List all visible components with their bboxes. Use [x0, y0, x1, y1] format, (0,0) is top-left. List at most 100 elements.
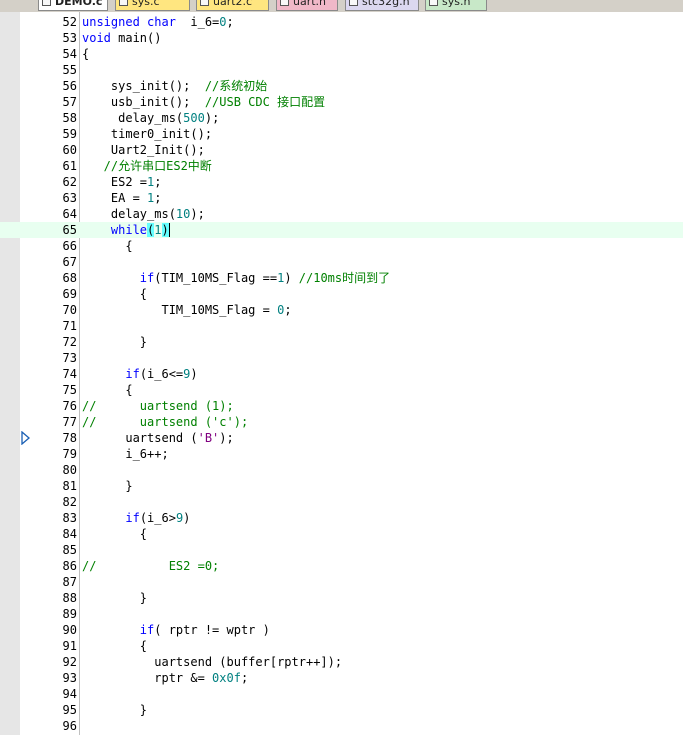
code-line-83[interactable]: 83 if(i_6>9): [0, 510, 683, 526]
code-line-72[interactable]: 72 }: [0, 334, 683, 350]
code-token: uartsend (: [82, 431, 198, 445]
code-line-86[interactable]: 86 // ES2 =0;: [0, 558, 683, 574]
code-token: //系统初始: [204, 79, 268, 93]
tab-demo-c[interactable]: DEMO.c: [38, 0, 108, 11]
line-number: 86: [62, 559, 77, 573]
code-line-95[interactable]: 95 }: [0, 702, 683, 718]
code-line-67[interactable]: 67: [0, 254, 683, 270]
line-number: 65: [62, 223, 77, 237]
code-line-80[interactable]: 80: [0, 462, 683, 478]
code-line-57[interactable]: 57 usb_init(); //USB CDC 接口配置: [0, 94, 683, 110]
tab-label: uart2.c: [213, 0, 253, 8]
tab-sys-h[interactable]: sys.h: [425, 0, 487, 11]
code-line-52[interactable]: 52 unsigned char i_6=0;: [0, 14, 683, 30]
code-token: TIM_10MS_Flag =: [82, 303, 278, 317]
code-line-96[interactable]: 96: [0, 718, 683, 734]
code-token: ): [284, 271, 299, 285]
code-line-89[interactable]: 89: [0, 606, 683, 622]
line-number: 92: [62, 655, 77, 669]
code-text: void main(): [82, 30, 161, 46]
tab-uart2-c[interactable]: uart2.c: [196, 0, 269, 11]
line-number: 84: [62, 527, 77, 541]
tab-label: sys.c: [132, 0, 160, 8]
code-line-82[interactable]: 82: [0, 494, 683, 510]
code-token: if: [139, 623, 155, 637]
code-line-66[interactable]: 66 {: [0, 238, 683, 254]
line-number: 73: [62, 351, 77, 365]
code-token: 500: [183, 111, 205, 125]
code-text: // uartsend (1);: [82, 398, 234, 414]
code-line-92[interactable]: 92 uartsend (buffer[rptr++]);: [0, 654, 683, 670]
code-line-73[interactable]: 73: [0, 350, 683, 366]
code-line-55[interactable]: 55: [0, 62, 683, 78]
line-number: 75: [62, 383, 77, 397]
code-line-65[interactable]: 65 while(1): [0, 222, 683, 238]
code-line-78[interactable]: 78 uartsend ('B');: [0, 430, 683, 446]
code-line-68[interactable]: 68 if(TIM_10MS_Flag ==1) //10ms时间到了: [0, 270, 683, 286]
line-number: 57: [62, 95, 77, 109]
code-line-85[interactable]: 85: [0, 542, 683, 558]
code-token: sys_init();: [82, 79, 205, 93]
code-line-60[interactable]: 60 Uart2_Init();: [0, 142, 683, 158]
code-line-90[interactable]: 90 if( rptr != wptr ): [0, 622, 683, 638]
code-line-91[interactable]: 91 {: [0, 638, 683, 654]
code-line-93[interactable]: 93 rptr &= 0x0f;: [0, 670, 683, 686]
code-text: sys_init(); //系统初始: [82, 78, 267, 94]
tab-stc32g-h[interactable]: stc32g.h: [345, 0, 419, 11]
code-token: if: [139, 271, 155, 285]
code-token: (i_6<=: [139, 367, 184, 381]
code-text: usb_init(); //USB CDC 接口配置: [82, 94, 325, 110]
code-line-87[interactable]: 87: [0, 574, 683, 590]
code-line-77[interactable]: 77 // uartsend ('c');: [0, 414, 683, 430]
line-number: 68: [62, 271, 77, 285]
code-text: ES2 =1;: [82, 174, 162, 190]
code-line-79[interactable]: 79 i_6++;: [0, 446, 683, 462]
code-token: //10ms时间到了: [298, 271, 391, 285]
line-number: 52: [62, 15, 77, 29]
tab-uart-h[interactable]: uart.h: [276, 0, 338, 11]
line-number: 83: [62, 511, 77, 525]
code-line-81[interactable]: 81 }: [0, 478, 683, 494]
code-line-54[interactable]: 54 {: [0, 46, 683, 62]
code-line-70[interactable]: 70 TIM_10MS_Flag = 0;: [0, 302, 683, 318]
code-line-88[interactable]: 88 }: [0, 590, 683, 606]
code-line-64[interactable]: 64 delay_ms(10);: [0, 206, 683, 222]
code-line-76[interactable]: 76 // uartsend (1);: [0, 398, 683, 414]
code-token: // ES2 =0;: [82, 559, 220, 573]
code-line-53[interactable]: 53 void main(): [0, 30, 683, 46]
code-text: {: [82, 286, 147, 302]
code-line-94[interactable]: 94: [0, 686, 683, 702]
code-token: );: [219, 431, 234, 445]
code-line-59[interactable]: 59 timer0_init();: [0, 126, 683, 142]
tab-label: DEMO.c: [55, 0, 103, 8]
code-line-75[interactable]: 75 {: [0, 382, 683, 398]
code-text: uartsend (buffer[rptr++]);: [82, 654, 342, 670]
code-token: i_6++;: [82, 447, 169, 461]
line-number: 72: [62, 335, 77, 349]
line-number: 93: [62, 671, 77, 685]
line-number: 81: [62, 479, 77, 493]
code-text: {: [82, 638, 147, 654]
line-number: 53: [62, 31, 77, 45]
line-number: 54: [62, 47, 77, 61]
line-number: 94: [62, 687, 77, 701]
code-line-58[interactable]: 58 delay_ms(500);: [0, 110, 683, 126]
code-token: while: [110, 223, 148, 237]
code-line-61[interactable]: 61 //允许串口ES2中断: [0, 158, 683, 174]
code-line-56[interactable]: 56 sys_init(); //系统初始: [0, 78, 683, 94]
code-line-71[interactable]: 71: [0, 318, 683, 334]
code-text: timer0_init();: [82, 126, 212, 142]
code-text: //允许串口ES2中断: [82, 158, 212, 174]
code-text: delay_ms(10);: [82, 206, 205, 222]
code-line-63[interactable]: 63 EA = 1;: [0, 190, 683, 206]
tab-sys-c[interactable]: sys.c: [115, 0, 190, 11]
code-line-62[interactable]: 62 ES2 =1;: [0, 174, 683, 190]
code-line-84[interactable]: 84 {: [0, 526, 683, 542]
code-line-69[interactable]: 69 {: [0, 286, 683, 302]
line-number: 56: [62, 79, 77, 93]
code-token: );: [190, 207, 205, 221]
line-number: 87: [62, 575, 77, 589]
code-text: }: [82, 702, 147, 718]
code-line-74[interactable]: 74 if(i_6<=9): [0, 366, 683, 382]
